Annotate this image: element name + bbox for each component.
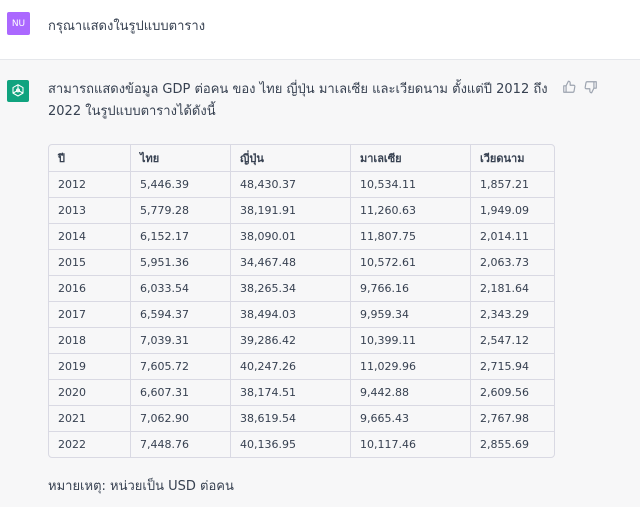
table-cell: 40,136.95	[230, 431, 351, 457]
table-cell: 7,448.76	[130, 431, 231, 457]
table-cell: 2018	[49, 327, 131, 354]
table-cell: 6,152.17	[130, 223, 231, 250]
thumbs-up-icon[interactable]	[562, 80, 576, 94]
table-cell: 2015	[49, 249, 131, 276]
table-row: 2018 7,039.31 39,286.42 10,399.11 2,547.12	[49, 327, 554, 354]
table-cell: 2,855.69	[480, 438, 529, 451]
table-cell: 2,767.98	[470, 405, 554, 432]
table-cell: 9,442.88	[350, 379, 471, 406]
column-header-japan: ญี่ปุ่น	[230, 145, 351, 172]
table-cell: 7,062.90	[130, 405, 231, 432]
table-row: 2021 7,062.90 38,619.54 9,665.43 2,767.98	[49, 405, 554, 432]
table-cell: 1,949.09	[470, 197, 554, 224]
table-row: 2016 6,033.54 38,265.34 9,766.16 2,181.64	[49, 275, 554, 302]
gdp-table: ปี ไทย ญี่ปุ่น มาเลเซีย เวียดนาม 2012 5,4…	[48, 144, 555, 458]
table-cell: 6,033.54	[130, 275, 231, 302]
table-cell: 7,605.72	[130, 353, 231, 380]
table-cell: 11,029.96	[350, 353, 471, 380]
table-cell: 10,399.11	[350, 327, 471, 354]
column-header-thailand: ไทย	[130, 145, 231, 172]
table-cell: 2012	[49, 171, 131, 198]
table-cell: 40,247.26	[230, 353, 351, 380]
table-row: 2015 5,951.36 34,467.48 10,572.61 2,063.73	[49, 249, 554, 276]
user-message-text: กรุณาแสดงในรูปแบบตาราง	[48, 19, 206, 34]
table-cell: 5,951.36	[130, 249, 231, 276]
table-cell: 2013	[49, 197, 131, 224]
thumbs-down-icon[interactable]	[584, 80, 598, 94]
table-cell: 38,619.54	[230, 405, 351, 432]
table-cell: 34,467.48	[230, 249, 351, 276]
table-cell: 10,534.11	[350, 171, 471, 198]
column-header-vietnam: เวียดนาม	[470, 145, 554, 172]
user-avatar: NU	[7, 12, 30, 35]
table-cell: 5,779.28	[130, 197, 231, 224]
assistant-message-block: สามารถแสดงข้อมูล GDP ต่อคน ของ ไทย ญี่ปุ…	[0, 60, 640, 507]
table-cell: 9,959.34	[350, 301, 471, 328]
column-header-year: ปี	[49, 145, 131, 172]
table-cell: 2,014.11	[470, 223, 554, 250]
unit-note: หมายเหตุ: หน่วยเป็น USD ต่อคน	[48, 479, 234, 494]
table-cell: 38,265.34	[230, 275, 351, 302]
table-cell: 9,665.43	[350, 405, 471, 432]
column-header-malaysia: มาเลเซีย	[350, 145, 471, 172]
table-cell: 48,430.37	[230, 171, 351, 198]
table-cell: 38,174.51	[230, 379, 351, 406]
table-cell: 9,766.16	[350, 275, 471, 302]
table-cell: 5,446.39	[130, 171, 231, 198]
table-row: 2019 7,605.72 40,247.26 11,029.96 2,715.94	[49, 353, 554, 380]
table-cell: 6,607.31	[130, 379, 231, 406]
table-cell: 2,063.73	[470, 249, 554, 276]
openai-logo-icon	[7, 80, 29, 102]
table-cell: 2021	[49, 405, 131, 432]
table-cell: 2,343.29	[470, 301, 554, 328]
table-cell: 2022	[49, 431, 131, 457]
table-cell: 10,572.61	[350, 249, 471, 276]
table-row: 2020 6,607.31 38,174.51 9,442.88 2,609.56	[49, 379, 554, 406]
table-cell: 2020	[49, 379, 131, 406]
table-cell: 2,715.94	[470, 353, 554, 380]
table-cell: 10,117.46	[350, 431, 471, 457]
table-cell: 1,857.21	[470, 171, 554, 198]
table-cell: 7,039.31	[130, 327, 231, 354]
table-row: 2013 5,779.28 38,191.91 11,260.63 1,949.09	[49, 197, 554, 224]
table-cell: 2016	[49, 275, 131, 302]
table-cell: 2,181.64	[470, 275, 554, 302]
table-cell: 2019	[49, 353, 131, 380]
table-cell: 38,494.03	[230, 301, 351, 328]
table-cell: 6,594.37	[130, 301, 231, 328]
table-header-row: ปี ไทย ญี่ปุ่น มาเลเซีย เวียดนาม	[49, 145, 554, 172]
table-row: 2017 6,594.37 38,494.03 9,959.34 2,343.29	[49, 301, 554, 328]
table-cell: 2,547.12	[470, 327, 554, 354]
table-row: 2012 5,446.39 48,430.37 10,534.11 1,857.21	[49, 171, 554, 198]
table-cell: 38,090.01	[230, 223, 351, 250]
table-row: 2022 7,448.76 40,136.95 10,117.46 2,855.69	[49, 431, 554, 457]
assistant-intro-text: สามารถแสดงข้อมูล GDP ต่อคน ของ ไทย ญี่ปุ…	[48, 82, 548, 119]
table-cell: 2,609.56	[470, 379, 554, 406]
table-cell: 38,191.91	[230, 197, 351, 224]
table-row: 2014 6,152.17 38,090.01 11,807.75 2,014.11	[49, 223, 554, 250]
table-cell: 11,807.75	[350, 223, 471, 250]
table-cell: 2017	[49, 301, 131, 328]
user-message-block: NU กรุณาแสดงในรูปแบบตาราง	[0, 0, 640, 60]
feedback-buttons	[562, 80, 598, 94]
table-cell: 39,286.42	[230, 327, 351, 354]
table-body: 2012 5,446.39 48,430.37 10,534.11 1,857.21 20…	[49, 171, 554, 457]
table-cell: 2014	[49, 223, 131, 250]
table-cell: 11,260.63	[350, 197, 471, 224]
